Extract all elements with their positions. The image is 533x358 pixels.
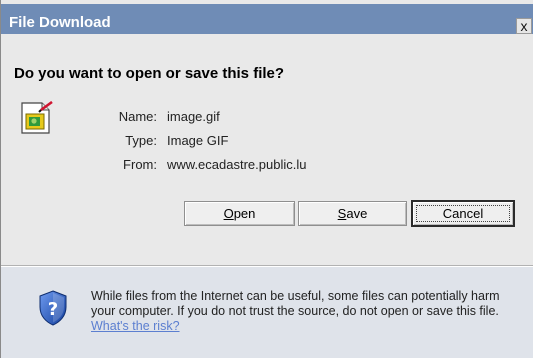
save-label: ave bbox=[346, 206, 368, 221]
open-accelerator: O bbox=[223, 206, 234, 221]
svg-text:?: ? bbox=[48, 299, 58, 320]
window-title: File Download bbox=[9, 14, 111, 31]
file-type: Image GIF bbox=[167, 133, 229, 148]
cancel-button[interactable]: Cancel bbox=[411, 200, 515, 227]
title-bar[interactable]: File Download x bbox=[1, 4, 533, 34]
save-button[interactable]: Save bbox=[298, 201, 407, 226]
security-shield-question-icon: ? bbox=[39, 290, 67, 326]
name-label: Name: bbox=[118, 109, 157, 124]
gif-image-file-icon bbox=[21, 101, 53, 134]
from-label: From: bbox=[123, 157, 157, 172]
open-button[interactable]: Open bbox=[184, 201, 295, 226]
warning-text: While files from the Internet can be use… bbox=[91, 289, 500, 318]
focus-rectangle bbox=[416, 205, 510, 222]
file-source: www.ecadastre.public.lu bbox=[167, 157, 307, 172]
whats-the-risk-link[interactable]: What's the risk? bbox=[91, 319, 180, 333]
file-download-dialog: File Download x Do you want to open or s… bbox=[0, 0, 533, 358]
warning-text-block: While files from the Internet can be use… bbox=[91, 289, 523, 334]
close-button[interactable]: x bbox=[516, 18, 532, 34]
file-name: image.gif bbox=[167, 109, 220, 124]
save-accelerator: S bbox=[337, 206, 347, 221]
prompt-heading: Do you want to open or save this file? bbox=[14, 65, 285, 82]
type-label: Type: bbox=[125, 133, 157, 148]
open-label: pen bbox=[233, 206, 256, 221]
close-icon: x bbox=[520, 18, 528, 34]
